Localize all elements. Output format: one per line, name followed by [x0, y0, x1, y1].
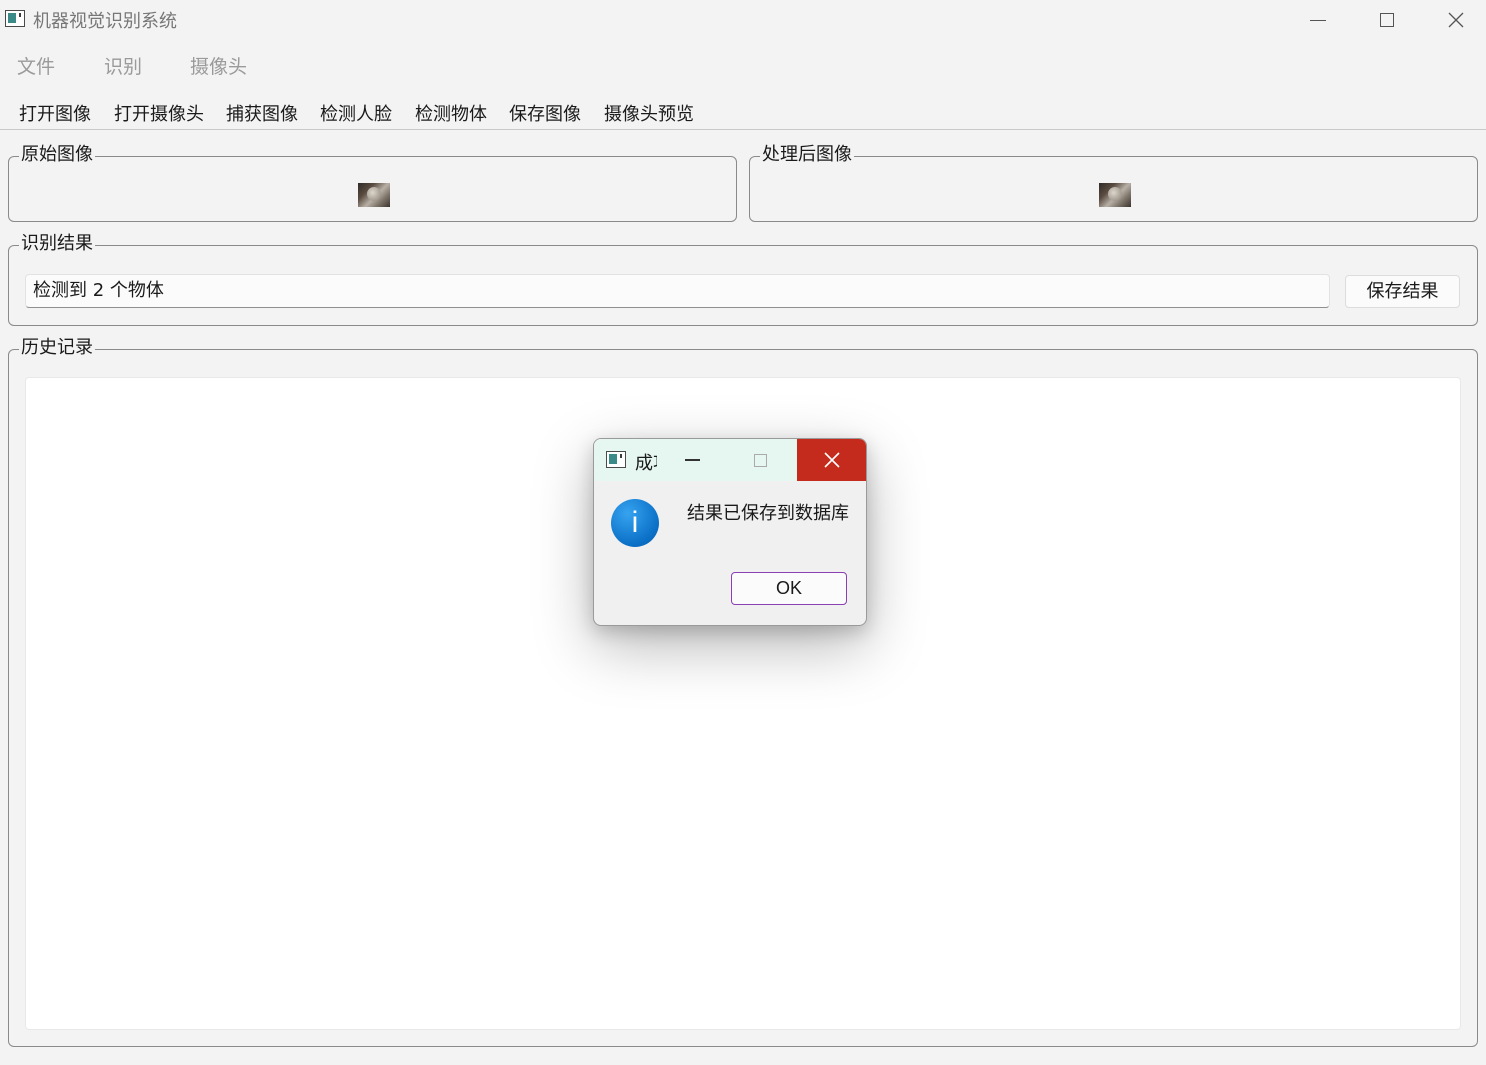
processed-image-title: 处理后图像 — [760, 144, 854, 166]
menu-camera[interactable]: 摄像头 — [190, 52, 247, 79]
save-result-button[interactable]: 保存结果 — [1345, 275, 1460, 308]
maximize-button[interactable] — [1353, 0, 1421, 40]
dialog-message: 结果已保存到数据库 — [687, 503, 849, 524]
info-icon: i — [611, 499, 659, 547]
window-title: 机器视觉识别系统 — [33, 11, 177, 32]
result-field[interactable]: 检测到 2 个物体 — [25, 274, 1330, 308]
title-bar: 机器视觉识别系统 — [0, 0, 1486, 40]
history-title: 历史记录 — [19, 337, 95, 359]
close-button[interactable] — [1422, 0, 1486, 40]
dialog-close-button[interactable] — [797, 439, 866, 481]
toolbar: 打开图像 打开摄像头 捕获图像 检测人脸 检测物体 保存图像 摄像头预览 — [0, 92, 1486, 130]
detect-face-button[interactable]: 检测人脸 — [320, 100, 392, 126]
menu-recognize[interactable]: 识别 — [104, 52, 142, 79]
original-image-thumbnail — [358, 183, 390, 207]
detect-object-button[interactable]: 检测物体 — [415, 100, 487, 126]
menu-file[interactable]: 文件 — [17, 52, 55, 79]
close-icon — [1448, 12, 1464, 28]
open-camera-button[interactable]: 打开摄像头 — [114, 100, 204, 126]
result-title: 识别结果 — [19, 233, 95, 255]
dialog-title: 成功 — [635, 453, 657, 474]
minimize-button[interactable] — [1284, 0, 1352, 40]
dialog-minimize-button[interactable] — [668, 439, 716, 481]
minimize-icon — [1310, 19, 1326, 21]
dialog-app-icon — [606, 451, 626, 468]
maximize-icon — [1380, 13, 1394, 27]
open-image-button[interactable]: 打开图像 — [19, 100, 91, 126]
camera-preview-button[interactable]: 摄像头预览 — [604, 100, 694, 126]
dialog-maximize-button — [736, 439, 784, 481]
menu-bar: 文件 识别 摄像头 — [0, 44, 1486, 84]
original-image-group: 原始图像 — [8, 144, 737, 222]
processed-image-group: 处理后图像 — [749, 144, 1478, 222]
app-window-icon — [5, 10, 25, 27]
original-image-title: 原始图像 — [19, 144, 95, 166]
capture-image-button[interactable]: 捕获图像 — [226, 100, 298, 126]
save-image-button[interactable]: 保存图像 — [509, 100, 581, 126]
processed-image-thumbnail — [1099, 183, 1131, 207]
minimize-icon — [684, 459, 700, 461]
success-dialog: 成功 i 结果已保存到数据库 OK — [593, 438, 867, 626]
ok-button[interactable]: OK — [731, 572, 847, 605]
maximize-icon — [753, 453, 767, 467]
main-window: 机器视觉识别系统 文件 识别 摄像头 打开图像 打开摄像头 捕获图像 检测人脸 … — [0, 0, 1486, 1065]
dialog-title-bar: 成功 — [594, 439, 866, 481]
close-icon — [823, 452, 840, 468]
